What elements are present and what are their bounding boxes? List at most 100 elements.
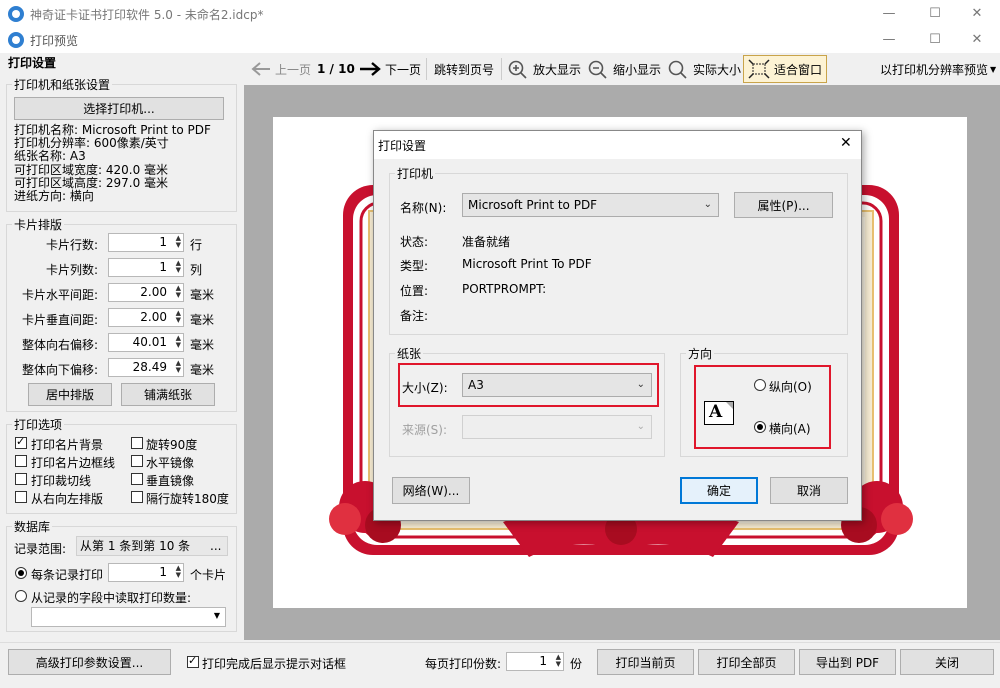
next-page-button[interactable]: 下一页 (358, 57, 421, 81)
zoom-out-button[interactable]: 缩小显示 (587, 57, 661, 81)
next-page-label: 下一页 (385, 62, 422, 77)
card-cols-unit: 列 (190, 263, 203, 277)
print-background-checkbox[interactable] (15, 435, 27, 449)
ok-button[interactable]: 确定 (680, 477, 758, 504)
offset-down-label: 整体向下偏移: (21, 363, 98, 377)
dialog-close-icon[interactable]: ✕ (840, 135, 852, 151)
stepper-arrows-icon[interactable]: ▲ ▼ (556, 654, 561, 668)
stepper-arrows-icon[interactable]: ▲ ▼ (176, 260, 181, 274)
copies-value: 1 (539, 654, 547, 668)
close-icon[interactable]: ✕ (954, 0, 1000, 27)
stepper-arrows-icon[interactable]: ▲ ▼ (176, 285, 181, 299)
cancel-button[interactable]: 取消 (770, 477, 848, 504)
minimize-icon[interactable]: — (866, 0, 912, 27)
where-value: PORTPROMPT: (462, 282, 547, 296)
rotate-90-checkbox[interactable] (131, 437, 143, 449)
printer-name-value: Microsoft Print to PDF (468, 198, 598, 212)
card-cols-value: 1 (159, 260, 167, 274)
status-label: 状态: (400, 235, 429, 249)
network-button[interactable]: 网络(W)... (392, 477, 470, 504)
close-icon[interactable]: ✕ (954, 26, 1000, 53)
h-mirror-checkbox[interactable] (131, 455, 143, 467)
copies-unit: 份 (570, 657, 583, 671)
advanced-settings-button[interactable]: 高级打印参数设置... (8, 649, 171, 675)
record-range-field: 从第 1 条到第 10 条 (76, 536, 228, 556)
dialog-title-bar: 打印设置 ✕ (374, 131, 861, 159)
zoom-out-label: 缩小显示 (613, 62, 662, 77)
h-spacing-unit: 毫米 (190, 288, 215, 302)
minimize-icon[interactable]: — (866, 26, 912, 53)
alt-rotate-checkbox[interactable] (131, 491, 143, 503)
zoom-in-button[interactable]: 放大显示 (507, 57, 581, 81)
show-dialog-checkbox[interactable] (187, 654, 199, 668)
offset-right-unit: 毫米 (190, 338, 215, 352)
landscape-radio[interactable] (754, 421, 766, 433)
record-range-button[interactable]: ... (210, 539, 221, 553)
offset-right-stepper[interactable]: 40.01 ▲ ▼ (108, 333, 184, 352)
portrait-radio[interactable] (754, 379, 766, 391)
export-pdf-button[interactable]: 导出到 PDF (799, 649, 896, 675)
v-mirror-checkbox[interactable] (131, 473, 143, 485)
arrow-right-icon (360, 62, 381, 76)
rtl-layout-checkbox[interactable] (15, 491, 27, 503)
stepper-arrows-icon[interactable]: ▲ ▼ (176, 360, 181, 374)
main-title-bar: 神奇证卡证书打印软件 5.0 - 未命名2.idcp* — ☐ ✕ (0, 0, 1000, 27)
actual-size-button[interactable]: 实际大小 (667, 57, 741, 81)
printer-name-select[interactable]: Microsoft Print to PDF ⌄ (462, 193, 719, 217)
fit-window-icon (748, 59, 770, 79)
v-spacing-stepper[interactable]: 2.00 ▲ ▼ (108, 308, 184, 327)
per-record-unit: 个卡片 (190, 568, 227, 582)
maximize-icon[interactable]: ☐ (912, 0, 958, 27)
actual-size-label: 实际大小 (693, 62, 742, 77)
rtl-layout-label: 从右向左排版 (31, 492, 104, 506)
stepper-arrows-icon[interactable]: ▲ ▼ (176, 565, 181, 579)
from-field-radio[interactable] (15, 590, 27, 602)
print-border-checkbox[interactable] (15, 455, 27, 467)
offset-down-value: 28.49 (132, 360, 167, 374)
paper-source-label: 来源(S): (402, 423, 448, 437)
card-cols-stepper[interactable]: 1 ▲ ▼ (108, 258, 184, 277)
printer-name-label: 名称(N): (400, 201, 447, 215)
fit-window-button[interactable]: 适合窗口 (743, 55, 828, 83)
jump-page-button[interactable]: 跳转到页号 (434, 57, 494, 81)
v-mirror-label: 垂直镜像 (146, 474, 195, 488)
h-spacing-stepper[interactable]: 2.00 ▲ ▼ (108, 283, 184, 302)
center-layout-button[interactable]: 居中排版 (28, 383, 112, 406)
print-all-button[interactable]: 打印全部页 (698, 649, 795, 675)
main-window-title: 神奇证卡证书打印软件 5.0 - 未命名2.idcp* (30, 8, 264, 22)
record-range-label: 记录范围: (14, 542, 67, 556)
type-value: Microsoft Print To PDF (462, 257, 592, 271)
v-spacing-unit: 毫米 (190, 313, 215, 327)
offset-right-label: 整体向右偏移: (21, 338, 98, 352)
paper-source-select[interactable]: ⌄ (462, 415, 652, 439)
card-rows-stepper[interactable]: 1 ▲ ▼ (108, 233, 184, 252)
stepper-arrows-icon[interactable]: ▲ ▼ (176, 235, 181, 249)
field-select[interactable]: ▼ (31, 607, 226, 627)
maximize-icon[interactable]: ☐ (912, 26, 958, 53)
print-settings-heading: 打印设置 (8, 56, 57, 70)
resolution-mode-dropdown[interactable]: 以打印机分辨率预览 ▼ (880, 57, 996, 81)
app-logo-icon (8, 32, 24, 48)
properties-button[interactable]: 属性(P)... (734, 192, 833, 218)
prev-page-button[interactable]: 上一页 (250, 57, 311, 81)
print-cutline-checkbox[interactable] (15, 473, 27, 485)
stepper-arrows-icon[interactable]: ▲ ▼ (176, 310, 181, 324)
per-record-radio[interactable] (15, 567, 27, 579)
per-record-value: 1 (159, 565, 167, 579)
per-record-stepper[interactable]: 1 ▲ ▼ (108, 563, 184, 582)
prev-page-label: 上一页 (275, 62, 312, 77)
copies-stepper[interactable]: 1 ▲ ▼ (506, 652, 564, 671)
zoom-in-icon (508, 60, 527, 79)
offset-down-stepper[interactable]: 28.49 ▲ ▼ (108, 358, 184, 377)
stepper-arrows-icon[interactable]: ▲ ▼ (176, 335, 181, 349)
offset-down-unit: 毫米 (190, 363, 215, 377)
print-current-button[interactable]: 打印当前页 (597, 649, 694, 675)
toolbar-divider (501, 58, 502, 80)
show-dialog-label: 打印完成后显示提示对话框 (202, 657, 347, 671)
zoom-out-icon (588, 60, 607, 79)
fill-paper-button[interactable]: 铺满纸张 (121, 383, 215, 406)
close-button[interactable]: 关闭 (900, 649, 994, 675)
select-printer-button[interactable]: 选择打印机... (14, 97, 224, 120)
chevron-down-icon: ⌄ (636, 421, 645, 432)
h-spacing-label: 卡片水平间距: (21, 288, 98, 302)
